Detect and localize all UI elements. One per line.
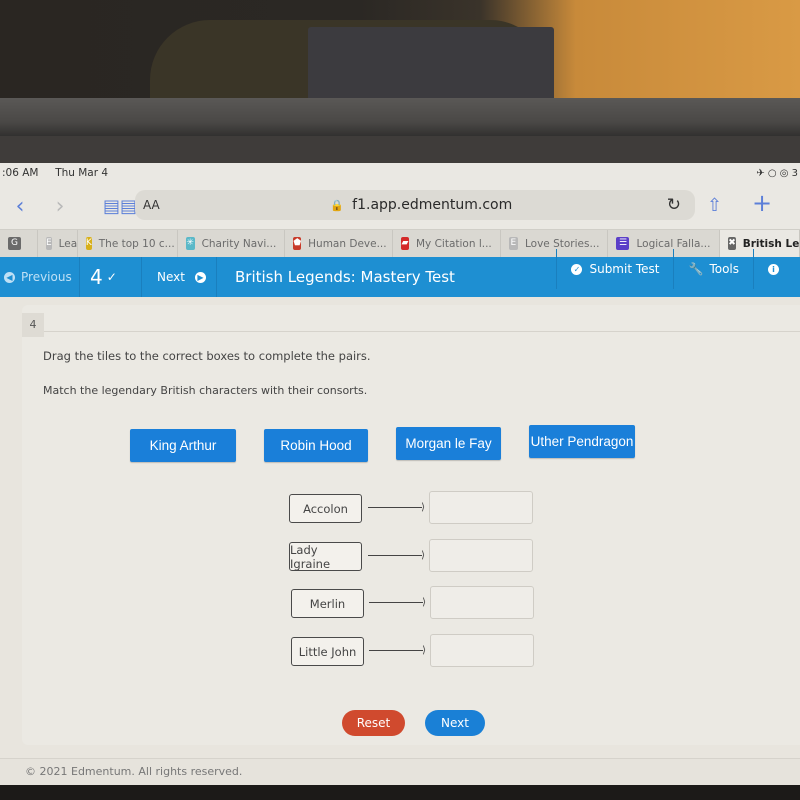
- status-time: :06 AM: [2, 167, 39, 179]
- arrow-right-icon: ⟩: [368, 503, 426, 513]
- favicon-icon: G: [8, 237, 21, 250]
- tab-label: The top 10 c...: [98, 237, 175, 250]
- new-tab-icon[interactable]: +: [752, 189, 772, 217]
- tab-label: Logical Falla...: [636, 237, 711, 250]
- prompt-text: Match the legendary British characters w…: [43, 384, 368, 397]
- device-bezel: [0, 98, 800, 138]
- text-size-button[interactable]: AA: [143, 198, 160, 212]
- forward-icon[interactable]: ›: [40, 194, 80, 219]
- instruction-text: Drag the tiles to the correct boxes to c…: [43, 349, 371, 363]
- info-icon: i: [768, 263, 779, 275]
- tools-button[interactable]: 🔧 Tools: [673, 249, 753, 289]
- status-date: Thu Mar 4: [55, 167, 109, 179]
- chevron-down-icon: ✓: [106, 270, 117, 284]
- question-panel: 4 Drag the tiles to the correct boxes to…: [22, 305, 800, 745]
- pair-label: Little John: [291, 637, 364, 666]
- drop-target[interactable]: [429, 491, 533, 524]
- question-selector[interactable]: 4 ✓: [80, 257, 142, 297]
- arrow-right-icon: ⟩: [369, 598, 427, 608]
- tab-label: Love Stories...: [525, 237, 600, 250]
- reload-icon[interactable]: ↻: [667, 195, 681, 215]
- address-bar[interactable]: AA 🔒 f1.app.edmentum.com ↻: [135, 190, 695, 220]
- browser-toolbar: ‹ › ▤▤ AA 🔒 f1.app.edmentum.com ↻ ⇧ +: [0, 183, 800, 229]
- footer: © 2021 Edmentum. All rights reserved.: [0, 758, 800, 785]
- drag-tile[interactable]: King Arthur: [130, 429, 236, 462]
- back-icon[interactable]: ‹: [0, 194, 40, 219]
- drop-target[interactable]: [430, 634, 534, 667]
- favicon-icon: ✳: [185, 237, 195, 250]
- bookmarks-icon[interactable]: ▤▤: [100, 196, 140, 217]
- favicon-icon: ▰: [401, 237, 409, 250]
- status-bar: :06 AM Thu Mar 4 ✈ ○ ◎ 3: [0, 163, 800, 183]
- arrow-right-icon: ▶: [194, 271, 206, 283]
- drag-tile[interactable]: Uther Pendragon: [529, 425, 635, 458]
- browser-tab[interactable]: G: [0, 229, 38, 258]
- browser-tab[interactable]: K The top 10 c...: [78, 229, 178, 258]
- arrow-right-icon: ⟩: [369, 646, 427, 656]
- divider: [44, 331, 800, 332]
- drop-target[interactable]: [430, 586, 534, 619]
- submit-test-button[interactable]: ✓ Submit Test: [556, 249, 673, 289]
- info-button[interactable]: i: [753, 249, 800, 289]
- tab-label: Lea: [58, 237, 78, 250]
- question-number-badge: 4: [22, 313, 44, 337]
- favicon-icon: E: [45, 237, 52, 250]
- favicon-icon: E: [508, 237, 518, 250]
- browser-tab[interactable]: ⬟ Human Deve...: [285, 229, 394, 258]
- favicon-icon: ⬟: [293, 237, 302, 250]
- status-icons: ✈ ○ ◎ 3: [756, 167, 798, 179]
- drop-target[interactable]: [429, 539, 533, 572]
- pair-label: Lady Igraine: [289, 542, 362, 571]
- previous-button[interactable]: ◀ Previous: [0, 257, 80, 297]
- device-bezel-bottom: [0, 785, 800, 800]
- reset-button[interactable]: Reset: [342, 710, 405, 736]
- arrow-left-icon: ◀: [4, 271, 15, 283]
- pair-label: Accolon: [289, 494, 362, 523]
- browser-tab[interactable]: ▰ My Citation l...: [393, 229, 501, 258]
- browser-tab[interactable]: E Lea: [38, 229, 78, 258]
- app-header: ◀ Previous 4 ✓ Next ▶ British Legends: M…: [0, 249, 800, 297]
- arrow-right-icon: ⟩: [368, 551, 426, 561]
- ipad-screen: :06 AM Thu Mar 4 ✈ ○ ◎ 3 ‹ › ▤▤ AA 🔒 f1.…: [0, 163, 800, 785]
- drag-tile[interactable]: Morgan le Fay: [396, 427, 501, 460]
- pair-label: Merlin: [291, 589, 364, 618]
- test-title: British Legends: Mastery Test: [235, 268, 455, 286]
- next-button[interactable]: Next: [425, 710, 485, 736]
- lock-icon: 🔒: [330, 199, 344, 212]
- next-question-button[interactable]: Next ▶: [142, 257, 217, 297]
- favicon-icon: K: [85, 237, 92, 250]
- check-circle-icon: ✓: [571, 263, 583, 275]
- tab-label: Human Deve...: [308, 237, 387, 250]
- url-field[interactable]: 🔒 f1.app.edmentum.com: [330, 197, 512, 213]
- url-text: f1.app.edmentum.com: [352, 197, 513, 213]
- tab-label: British Le: [742, 237, 800, 250]
- tab-label: Charity Navi...: [201, 237, 277, 250]
- wrench-icon: 🔧: [688, 262, 704, 276]
- device-bezel-inner: [0, 136, 800, 166]
- drag-tile[interactable]: Robin Hood: [264, 429, 368, 462]
- copyright-text: © 2021 Edmentum. All rights reserved.: [25, 765, 243, 778]
- webcam-cover: [308, 27, 554, 102]
- tab-label: My Citation l...: [415, 237, 492, 250]
- share-icon[interactable]: ⇧: [707, 195, 722, 216]
- browser-tab[interactable]: ✳ Charity Navi...: [178, 229, 286, 258]
